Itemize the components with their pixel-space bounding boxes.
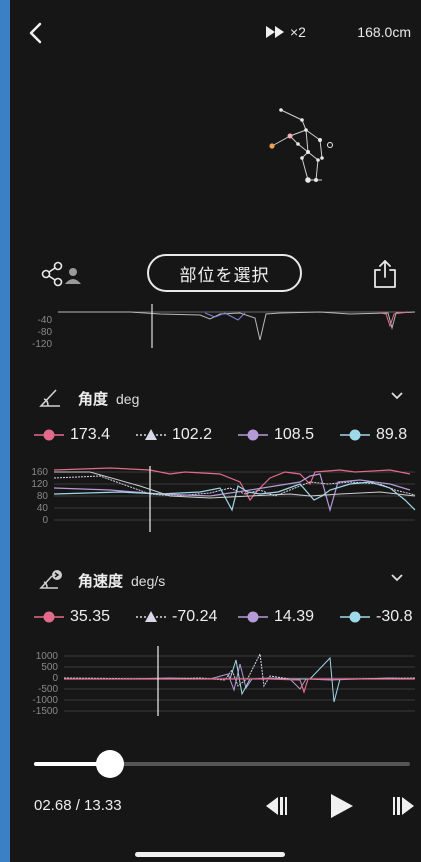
angle-chart: 160 120 80 40 0 — [31, 466, 416, 532]
velocity-tick-label: -1000 — [32, 695, 58, 706]
legend-item: 102.2 — [136, 426, 212, 444]
chevron-left-icon — [29, 22, 42, 44]
circle-marker-icon — [238, 611, 268, 623]
share-users-button[interactable] — [38, 258, 86, 290]
circle-marker-icon — [340, 429, 370, 441]
angle-tick-label: 80 — [37, 491, 49, 502]
angle-tick-label: 160 — [31, 467, 48, 478]
step-back-button[interactable] — [260, 793, 290, 819]
angle-section-header[interactable]: 角度 deg — [10, 382, 421, 412]
top-partial-chart: -40 -80 -120 — [32, 304, 416, 350]
fast-forward-icon — [266, 26, 284, 38]
share-users-icon — [41, 261, 81, 287]
velocity-tick-label: 0 — [52, 673, 58, 684]
height-label: 168.0cm — [357, 24, 411, 40]
circle-marker-icon — [34, 611, 64, 623]
playback-bar: 02.68 / 13.33 — [10, 745, 421, 862]
top-tick-label: -40 — [38, 315, 53, 326]
top-tick-label: -80 — [38, 327, 53, 338]
legend-item: 35.35 — [34, 608, 110, 626]
angle-tick-label: 120 — [31, 479, 48, 490]
legend-item: -70.24 — [136, 608, 217, 626]
angle-legend: 173.4 102.2 108.5 89.8 — [10, 422, 421, 450]
top-tick-label: -120 — [32, 339, 52, 350]
play-icon — [331, 794, 353, 818]
step-forward-icon — [393, 797, 414, 815]
play-button[interactable] — [326, 793, 356, 819]
legend-item: 173.4 — [34, 426, 110, 444]
chevron-down-icon[interactable] — [389, 388, 405, 404]
export-icon — [374, 260, 396, 288]
seek-thumb[interactable] — [95, 750, 124, 778]
legend-item: 14.39 — [238, 608, 314, 626]
circle-marker-icon — [34, 429, 64, 441]
triangle-marker-icon — [136, 611, 166, 622]
velocity-tick-label: 1000 — [36, 651, 59, 662]
circle-marker-icon — [340, 611, 370, 623]
select-part-button[interactable]: 部位を選択 — [147, 254, 302, 292]
step-forward-button[interactable] — [390, 793, 420, 819]
angle-icon — [39, 389, 60, 407]
app-screen: ×2 168.0cm 部位を選択 -40 -80 -120 角度 deg 173… — [10, 0, 421, 862]
velocity-tick-label: -500 — [38, 684, 58, 695]
angular-velocity-chart: 1000 500 0 -500 -1000 -1500 — [32, 646, 416, 717]
legend-item: -30.8 — [340, 608, 412, 626]
chevron-down-icon[interactable] — [389, 570, 405, 586]
step-back-icon — [266, 797, 287, 815]
tool-row: 部位を選択 — [10, 250, 421, 298]
time-label: 02.68 / 13.33 — [34, 797, 122, 814]
angle-tick-label: 0 — [42, 515, 48, 526]
playback-speed-button[interactable]: ×2 — [266, 24, 306, 40]
legend-item: 89.8 — [340, 426, 407, 444]
angular-velocity-icon — [39, 570, 62, 589]
angular-velocity-legend: 35.35 -70.24 14.39 -30.8 — [10, 604, 421, 632]
angle-tick-label: 40 — [37, 503, 49, 514]
legend-item: 108.5 — [238, 426, 314, 444]
velocity-tick-label: -1500 — [32, 706, 58, 717]
export-button[interactable] — [371, 258, 399, 290]
angular-velocity-title: 角速度 deg/s — [78, 573, 166, 590]
angular-velocity-section-header[interactable]: 角速度 deg/s — [10, 564, 421, 594]
velocity-tick-label: 500 — [41, 662, 58, 673]
angle-title: 角度 deg — [78, 391, 140, 408]
skeleton-figure — [269, 108, 333, 183]
triangle-marker-icon — [136, 429, 166, 440]
circle-marker-icon — [238, 429, 268, 441]
back-button[interactable] — [22, 18, 52, 48]
home-indicator — [135, 852, 285, 857]
speed-label: ×2 — [290, 24, 306, 40]
top-bar: ×2 168.0cm — [10, 0, 421, 70]
charts-scroll-area[interactable]: -40 -80 -120 角度 deg 173.4 102.2 108.5 89… — [10, 300, 421, 740]
